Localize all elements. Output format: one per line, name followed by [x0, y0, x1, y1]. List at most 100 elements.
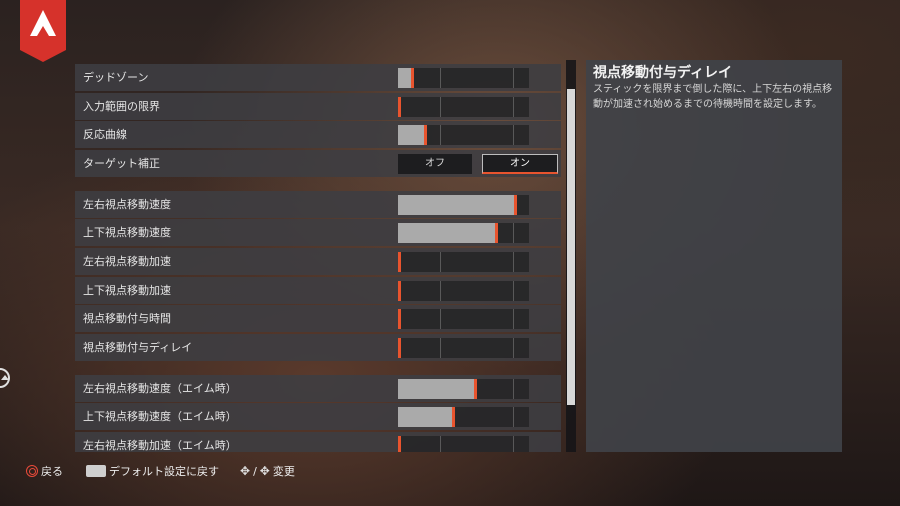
setting-slider[interactable]: [398, 125, 529, 146]
setting-row[interactable]: 反応曲線: [75, 121, 561, 149]
setting-slider[interactable]: [398, 337, 529, 358]
button-prompt-bar: 戻る デフォルト設定に戻す ✥ / ✥ 変更: [0, 460, 900, 484]
setting-toggle: オフ オン: [398, 153, 558, 174]
settings-group: 左右視点移動速度（エイム時） 上下視点移動速度（エイム時） 左右視点移動加速（エイム…: [75, 374, 561, 452]
slider-tick: [513, 96, 514, 117]
settings-group: デッドゾーン 入力範囲の限界 反応曲線ターゲット補正 オフ オン: [75, 64, 561, 177]
setting-row[interactable]: 上下視点移動加速: [75, 276, 561, 304]
slider-handle[interactable]: [514, 194, 517, 215]
slider-handle[interactable]: [411, 68, 414, 88]
setting-label: デッドゾーン: [83, 71, 149, 84]
setting-row[interactable]: 上下視点移動速度: [75, 219, 561, 247]
setting-row[interactable]: 入力範囲の限界: [75, 92, 561, 120]
description-title: 視点移動付与ディレイ: [593, 65, 733, 81]
setting-slider[interactable]: [398, 223, 529, 244]
slider-tick: [513, 125, 514, 146]
setting-row[interactable]: 視点移動付与ディレイ: [75, 333, 561, 361]
slider-tick: [513, 337, 514, 358]
setting-label: 左右視点移動速度: [83, 197, 171, 211]
setting-label: 上下視点移動速度: [83, 226, 171, 240]
slider-tick: [513, 407, 514, 428]
setting-label: 視点移動付与時間: [83, 312, 171, 326]
slider-tick: [440, 251, 441, 272]
setting-slider[interactable]: [398, 280, 529, 301]
slider-tick: [440, 337, 441, 358]
setting-slider[interactable]: [398, 378, 529, 399]
setting-label: 左右視点移動加速: [83, 254, 171, 268]
slider-handle[interactable]: [495, 223, 498, 244]
setting-slider[interactable]: [398, 435, 529, 452]
setting-row[interactable]: 視点移動付与時間: [75, 305, 561, 333]
setting-row[interactable]: デッドゾーン: [75, 64, 561, 91]
setting-row[interactable]: 左右視点移動加速: [75, 247, 561, 275]
slider-handle[interactable]: [398, 251, 401, 272]
setting-label: ターゲット補正: [83, 156, 160, 170]
apex-logo-icon: [20, 0, 66, 62]
setting-slider[interactable]: [398, 96, 529, 117]
setting-slider[interactable]: [398, 68, 529, 88]
slider-tick: [440, 96, 441, 117]
setting-label: 入力範囲の限界: [83, 99, 160, 113]
setting-label: 左右視点移動加速（エイム時）: [83, 438, 237, 452]
setting-label: 上下視点移動速度（エイム時）: [83, 410, 237, 424]
setting-row[interactable]: 左右視点移動加速（エイム時）: [75, 431, 561, 452]
slider-tick: [440, 435, 441, 452]
slider-tick: [513, 280, 514, 301]
slider-fill: [398, 68, 411, 88]
slider-fill: [398, 125, 424, 146]
slider-fill: [398, 407, 452, 428]
slider-handle[interactable]: [398, 96, 401, 117]
toggle-on-button[interactable]: オン: [482, 153, 558, 174]
back-label: 戻る: [41, 465, 63, 478]
setting-row[interactable]: ターゲット補正 オフ オン: [75, 149, 561, 177]
settings-scrollbar[interactable]: [566, 60, 576, 452]
settings-group: 左右視点移動速度 上下視点移動速度 左右視点移動加速 上下視点移動加速 視点移動付与時間…: [75, 190, 561, 361]
setting-slider[interactable]: [398, 194, 529, 215]
slider-tick: [513, 309, 514, 330]
toggle-off-button[interactable]: オフ: [398, 153, 472, 174]
slider-handle[interactable]: [424, 125, 427, 146]
setting-label: 反応曲線: [83, 128, 127, 142]
touchpad-button-icon: [86, 465, 106, 477]
setting-row[interactable]: 左右視点移動速度（エイム時）: [75, 374, 561, 402]
slider-handle[interactable]: [398, 309, 401, 330]
slider-tick: [513, 223, 514, 244]
setting-slider[interactable]: [398, 251, 529, 272]
change-prompt[interactable]: ✥ / ✥ 変更: [240, 463, 295, 479]
slider-tick: [440, 309, 441, 330]
slider-tick: [440, 125, 441, 146]
description-body: スティックを限界まで倒した際に、上下左右の視点移動が加速され始めるまでの待機時間…: [593, 84, 833, 110]
setting-label: 左右視点移動速度（エイム時）: [83, 381, 237, 395]
slider-tick: [513, 68, 514, 88]
circle-nav-icon[interactable]: [0, 368, 10, 388]
slider-fill: [398, 194, 514, 215]
slider-handle[interactable]: [398, 337, 401, 358]
setting-row[interactable]: 左右視点移動速度: [75, 190, 561, 218]
setting-slider[interactable]: [398, 407, 529, 428]
scrollbar-thumb[interactable]: [567, 89, 575, 405]
setting-label: 上下視点移動加速: [83, 283, 171, 297]
dpad-left-right-icon: ✥: [240, 464, 251, 478]
slider-fill: [398, 378, 474, 399]
dpad-up-down-icon: ✥: [259, 464, 270, 478]
setting-label: 視点移動付与ディレイ: [83, 340, 193, 354]
slider-tick: [440, 280, 441, 301]
setting-row[interactable]: 上下視点移動速度（エイム時）: [75, 403, 561, 431]
slider-handle[interactable]: [452, 407, 455, 428]
change-separator: /: [253, 464, 257, 478]
slider-tick: [513, 435, 514, 452]
slider-fill: [398, 223, 495, 244]
description-panel: 視点移動付与ディレイ スティックを限界まで倒した際に、上下左右の視点移動が加速さ…: [586, 60, 842, 452]
slider-tick: [513, 251, 514, 272]
setting-slider[interactable]: [398, 309, 529, 330]
slider-tick: [440, 68, 441, 88]
slider-handle[interactable]: [398, 435, 401, 452]
slider-tick: [513, 378, 514, 399]
slider-handle[interactable]: [474, 378, 477, 399]
reset-label: デフォルト設定に戻す: [109, 465, 219, 478]
settings-list: デッドゾーン 入力範囲の限界 反応曲線 ターゲット補正 オフ オン 左右視点移動速度 上下視点…: [75, 64, 561, 452]
back-prompt[interactable]: 戻る: [26, 463, 63, 479]
slider-handle[interactable]: [398, 280, 401, 301]
circle-button-icon: [26, 465, 38, 477]
reset-prompt[interactable]: デフォルト設定に戻す: [86, 463, 219, 479]
